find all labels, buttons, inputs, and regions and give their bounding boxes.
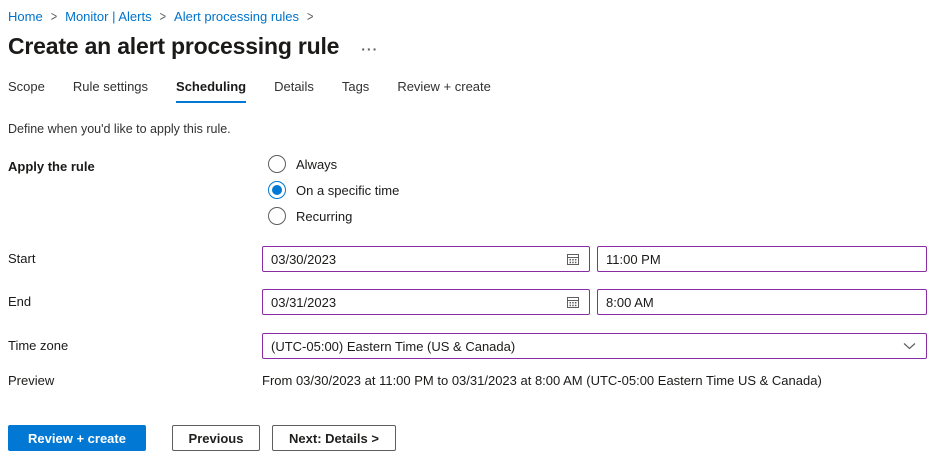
breadcrumb-separator-icon: > [160, 9, 166, 24]
radio-icon[interactable] [268, 207, 286, 225]
radio-option-label: Always [296, 157, 337, 172]
radio-option-always[interactable]: Always [268, 151, 399, 177]
preview-label: Preview [8, 368, 54, 394]
breadcrumb-separator-icon: > [307, 9, 313, 24]
tab-scheduling[interactable]: Scheduling [176, 79, 246, 103]
tab-bar: Scope Rule settings Scheduling Details T… [8, 79, 491, 103]
time-zone-label: Time zone [8, 333, 68, 359]
breadcrumb: Home > Monitor | Alerts > Alert processi… [8, 9, 321, 24]
chevron-down-icon [903, 342, 916, 350]
more-options-icon[interactable]: ··· [361, 42, 378, 56]
end-date-calendar-icon[interactable] [563, 292, 583, 312]
breadcrumb-link-alert-processing-rules[interactable]: Alert processing rules [174, 9, 299, 24]
tab-scope[interactable]: Scope [8, 79, 45, 103]
scheduling-description: Define when you'd like to apply this rul… [8, 122, 231, 136]
breadcrumb-link-home[interactable]: Home [8, 9, 43, 24]
start-label: Start [8, 246, 35, 272]
radio-option-on-a-specific-time[interactable]: On a specific time [268, 177, 399, 203]
tab-review-create[interactable]: Review + create [397, 79, 491, 103]
title-row: Create an alert processing rule ··· [8, 33, 378, 60]
radio-option-label: On a specific time [296, 183, 399, 198]
radio-selected-icon[interactable] [268, 181, 286, 199]
review-create-button[interactable]: Review + create [8, 425, 146, 451]
breadcrumb-link-monitor-alerts[interactable]: Monitor | Alerts [65, 9, 151, 24]
breadcrumb-separator-icon: > [51, 9, 57, 24]
radio-option-label: Recurring [296, 209, 352, 224]
preview-value: From 03/30/2023 at 11:00 PM to 03/31/202… [262, 368, 822, 394]
start-date-input[interactable] [262, 246, 590, 272]
tab-rule-settings[interactable]: Rule settings [73, 79, 148, 103]
tab-details[interactable]: Details [274, 79, 314, 103]
radio-option-recurring[interactable]: Recurring [268, 203, 399, 229]
time-zone-dropdown[interactable]: (UTC-05:00) Eastern Time (US & Canada) [262, 333, 927, 359]
end-label: End [8, 289, 31, 315]
end-date-input[interactable] [262, 289, 590, 315]
start-date-calendar-icon[interactable] [563, 249, 583, 269]
tab-tags[interactable]: Tags [342, 79, 369, 103]
time-zone-selected-value: (UTC-05:00) Eastern Time (US & Canada) [271, 339, 515, 354]
radio-icon[interactable] [268, 155, 286, 173]
apply-the-rule-radio-group: Always On a specific time Recurring [268, 151, 399, 229]
apply-the-rule-label: Apply the rule [8, 154, 95, 180]
page-title: Create an alert processing rule [8, 33, 339, 60]
previous-button[interactable]: Previous [172, 425, 260, 451]
create-alert-processing-rule-page: Home > Monitor | Alerts > Alert processi… [0, 0, 943, 456]
end-time-input[interactable] [597, 289, 927, 315]
next-details-button[interactable]: Next: Details > [272, 425, 396, 451]
start-time-input[interactable] [597, 246, 927, 272]
